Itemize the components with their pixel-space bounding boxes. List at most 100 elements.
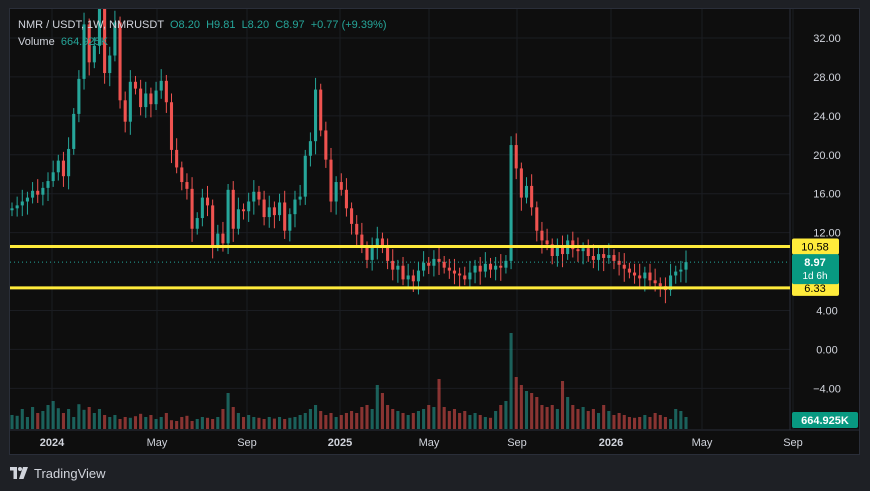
candle-body [535,207,539,231]
volume-bar [67,409,71,429]
candle-body [638,275,642,279]
volume-bar [205,417,210,429]
candle-body [185,182,189,189]
volume-bar [113,415,117,429]
candle-body [226,189,230,244]
chart-panel[interactable]: 2024 May Sep 2025 May Sep 2026 May Sep 32.00 28.00… [9,8,860,455]
candle-body [458,273,462,276]
volume-bar [540,405,544,429]
volume-bar [72,417,76,429]
volume-bar [221,409,225,429]
candle-body [175,149,179,168]
volume-bar [190,421,194,429]
volume-bar [92,413,96,429]
x-tick-label: May [147,437,168,449]
volume-bar [283,419,287,429]
volume-bar [103,415,107,429]
volume-bar [386,405,390,429]
candle-body [576,249,580,252]
volume-bar [596,413,601,429]
volume-bar [133,416,138,429]
candle-body [447,267,451,271]
volume-bar [422,409,426,429]
volume-bar [627,417,631,429]
volume-bar [200,417,204,429]
candle-body [200,197,204,219]
candle-body [658,283,662,287]
legend-low: L8.20 [241,19,270,31]
candle-body [108,55,112,74]
volume-bar [293,417,297,429]
last-price-label: 8.97 [804,257,825,269]
volume-bar [617,413,621,429]
candle-body [411,275,415,282]
price-chart[interactable]: 2024 May Sep 2025 May Sep 2026 May Sep 32.00 28.00… [10,9,860,455]
candle-body [324,130,328,160]
candle-body [77,78,81,114]
candle-body [46,181,50,188]
volume-bar [267,417,271,429]
volume-bar [524,391,529,429]
volume-bar [442,407,446,429]
candle-body [627,268,631,273]
candle-body [25,197,29,202]
y-tick-label: 20.00 [813,150,841,162]
candle-body [314,89,318,142]
candle-body [329,159,333,202]
tradingview-brand[interactable]: TradingView [34,466,106,481]
legend-close: C8.97 [275,19,305,31]
volume-bar [514,377,518,429]
candle-body [633,272,637,276]
candle-body [344,189,348,209]
volume-bar [15,415,19,429]
volume-bar [555,409,559,429]
volume-bar [226,393,230,429]
candle-body [56,160,60,173]
candle-body [617,260,621,265]
volume-bar [36,413,40,429]
volume-bar [87,407,91,429]
volume-bar [612,415,616,429]
symbol-title[interactable]: NMR / USDT, 1W, NMRUSDT [18,19,164,31]
volume-bar [663,417,667,429]
candle-body [581,248,585,252]
volume-bar [288,417,292,429]
volume-bar [61,413,65,429]
volume-bar [478,415,482,429]
candle-body [545,240,549,245]
volume-bar [458,413,462,429]
candle-body [236,209,240,229]
volume-bar [46,405,50,429]
candle-body [560,247,565,255]
volume-bar [401,413,405,429]
candle-body [483,263,487,272]
candle-body [144,93,148,108]
candle-body [15,205,19,209]
chart-window: 2024 May Sep 2025 May Sep 2026 May Sep 32.00 28.00… [0,0,870,491]
volume-bar [355,413,359,429]
candle-body [277,202,282,216]
candle-body [128,81,132,122]
candle-body [416,270,421,282]
candle-body [293,199,297,215]
candle-body [334,182,338,202]
volume-label[interactable]: Volume [18,36,55,48]
legend-ohlc-row: NMR / USDT, 1W, NMRUSDT O8.20 H9.81 L8.2… [18,17,387,34]
y-tick-label: 32.00 [813,33,841,45]
volume-bar [370,409,374,429]
candle-body [67,148,71,177]
candle-body [607,255,611,258]
volume-bar [658,415,662,429]
candle-body [252,191,256,202]
volume-bar [509,333,513,429]
volume-bar [118,419,122,429]
y-tick-label: 28.00 [813,72,841,84]
volume-bar [519,385,523,429]
candle-body [272,207,276,216]
candle-body [524,185,529,198]
candle-body [149,93,153,105]
volume-bar [571,405,575,429]
volume-bar [380,393,384,429]
volume-bar [643,415,647,429]
y-tick-label: 12.00 [813,228,841,240]
